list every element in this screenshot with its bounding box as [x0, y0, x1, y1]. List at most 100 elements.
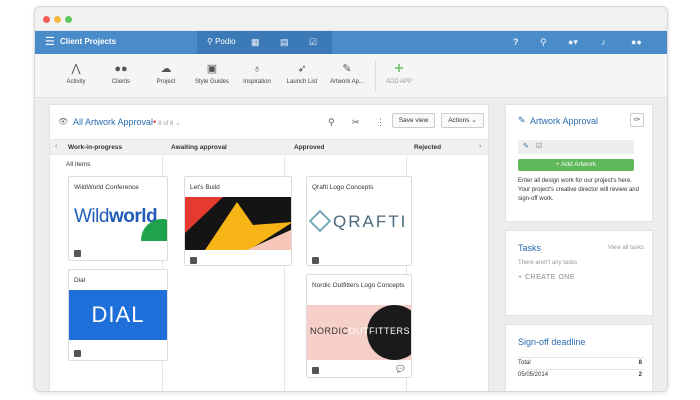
- signoff-row-value: 8: [638, 360, 642, 366]
- signoff-row-label: Total: [518, 360, 531, 366]
- brush-icon[interactable]: ✎: [523, 142, 529, 150]
- close-window-dot[interactable]: [43, 16, 50, 23]
- briefcase-icon: ▣: [206, 63, 218, 75]
- maximize-window-dot[interactable]: [65, 16, 72, 23]
- card-nordic-outfitters-logo-concepts[interactable]: Nordic Outfitters Logo Concepts NORDICOU…: [306, 274, 412, 378]
- nordic-logo-image: NORDICOUTFITTERS: [307, 305, 411, 360]
- app-clients[interactable]: ●● Clients: [99, 62, 143, 85]
- brush-icon: ✎: [342, 63, 352, 75]
- workspace-content: 👁 All Artwork Approval• 8 of 8 ⌄ ⚲ ✂ ⋮ Sav…: [35, 98, 667, 391]
- save-view-button[interactable]: Save view: [392, 113, 435, 128]
- add-app-label: ADD APP: [385, 79, 412, 85]
- app-bar: ⋀ Activity ●● Clients ☁ Project ▣ Style …: [35, 54, 667, 98]
- tasks-check-icon[interactable]: ☑: [309, 37, 317, 47]
- view-selector[interactable]: All Artwork Approval• 8 of 8 ⌄: [73, 117, 180, 127]
- tools-icon[interactable]: ✂: [352, 117, 360, 128]
- add-app-button[interactable]: + ADD APP: [377, 61, 421, 86]
- view-title: All Artwork Approval: [73, 117, 154, 127]
- app-title[interactable]: Artwork Approval: [530, 116, 598, 126]
- actions-button[interactable]: Actions ⌄: [441, 113, 484, 128]
- item-count: 8 of 8: [158, 121, 174, 127]
- column-header-work-in-progress: Work-in-progress: [68, 144, 123, 151]
- activity-icon: ⋀: [71, 63, 81, 75]
- card-title: WildWorld Conference: [74, 184, 139, 191]
- filter-icon[interactable]: ⚲: [328, 117, 335, 128]
- view-modified-mark: •: [153, 117, 157, 127]
- layout-icon[interactable]: ⋮: [376, 117, 385, 128]
- app-info-panel: ✎ Artwork Approval ✑ ✎ ☑ + Add Artwork E…: [505, 104, 653, 222]
- workspace-name[interactable]: Client Projects: [60, 37, 116, 46]
- window-chrome: [35, 7, 667, 31]
- app-activity[interactable]: ⋀ Activity: [54, 62, 98, 85]
- signoff-row-label: 05/05/2014: [518, 372, 549, 378]
- card-title: Qrafti Logo Concepts: [312, 184, 374, 191]
- app-project[interactable]: ☁ Project: [144, 62, 188, 85]
- search-icon[interactable]: ⚲: [540, 37, 547, 47]
- signoff-divider: [518, 357, 644, 358]
- app-tools-row: ✎ ☑: [518, 140, 634, 154]
- view-all-tasks-link[interactable]: View all tasks: [608, 245, 644, 251]
- chevron-down-icon: ⌄: [175, 121, 181, 127]
- column-header-awaiting-approval: Awaiting approval: [171, 144, 227, 151]
- app-label: Activity: [66, 79, 86, 85]
- actions-label: Actions: [448, 117, 470, 124]
- qrafti-diamond-icon: [308, 209, 332, 233]
- avatar[interactable]: [74, 350, 81, 357]
- app-label: Clients: [111, 79, 131, 85]
- signoff-deadline-panel: Sign-off deadline Total 8 05/05/2014 2: [505, 324, 653, 391]
- nordic-logo: NORDICOUTFITTERS: [310, 326, 410, 336]
- chevron-left-icon[interactable]: ‹: [55, 143, 57, 150]
- dial-logo-image: DIAL: [69, 290, 167, 340]
- qrafti-logo: QRAFTI: [333, 212, 408, 231]
- agenda-icon[interactable]: ▤: [280, 37, 289, 47]
- app-description: Enter all design work for our project's …: [518, 178, 639, 202]
- help-icon[interactable]: ?: [513, 37, 519, 47]
- app-launch-list[interactable]: ➶ Launch List: [280, 62, 324, 85]
- app-label: Launch List: [286, 79, 318, 85]
- card-qrafti-logo-concepts[interactable]: Qrafti Logo Concepts QRAFTI: [306, 176, 412, 266]
- chevron-right-icon[interactable]: ›: [479, 143, 481, 150]
- chat-icon[interactable]: ●●: [631, 37, 642, 47]
- card-wildworld-conference[interactable]: WildWorld Conference Wildworld: [68, 176, 168, 261]
- notifications-icon[interactable]: ♪: [601, 37, 606, 47]
- hamburger-menu-icon[interactable]: ☰: [45, 37, 55, 48]
- signoff-divider: [518, 369, 644, 370]
- kanban-board: 👁 All Artwork Approval• 8 of 8 ⌄ ⚲ ✂ ⋮ Sav…: [49, 104, 489, 391]
- avatar[interactable]: [74, 250, 81, 257]
- comment-icon[interactable]: 💬: [396, 365, 405, 373]
- create-task-link[interactable]: + CREATE ONE: [518, 274, 575, 281]
- wrench-icon[interactable]: ✑: [630, 113, 644, 127]
- minimize-window-dot[interactable]: [54, 16, 61, 23]
- card-lets-build[interactable]: Let's Build: [184, 176, 292, 266]
- checkbox-icon[interactable]: ☑: [536, 142, 542, 150]
- card-dial[interactable]: Dial DIAL: [68, 269, 168, 361]
- card-title: Nordic Outfitters Logo Concepts: [312, 282, 405, 289]
- lets-build-artwork: [185, 197, 291, 250]
- app-artwork-approval[interactable]: ✎ Artwork Ap...: [325, 62, 369, 85]
- app-bar-divider: [375, 60, 376, 92]
- wildworld-logo: Wildworld: [74, 206, 158, 227]
- avatar[interactable]: [190, 257, 197, 264]
- app-label: Inspiration: [243, 79, 271, 85]
- card-title: Dial: [74, 277, 86, 284]
- top-navigation-bar: ☰ Client Projects ⚲ Podio ▦ ▤ ☑ ? ⚲ ●▾ ♪…: [35, 31, 667, 54]
- qrafti-logo-image: QRAFTI: [307, 197, 411, 250]
- rocket-icon: ➶: [297, 63, 307, 75]
- avatar[interactable]: [312, 367, 319, 374]
- avatar[interactable]: [312, 257, 319, 264]
- brand-name: Podio: [215, 37, 236, 46]
- tasks-panel: Tasks View all tasks There aren't any ta…: [505, 230, 653, 316]
- app-inspiration[interactable]: ♁ Inspiration: [235, 62, 279, 85]
- calendar-icon[interactable]: ▦: [251, 37, 260, 47]
- app-label: Style Guides: [194, 79, 230, 85]
- podio-logo[interactable]: ⚲ Podio: [207, 37, 236, 46]
- eye-icon[interactable]: 👁: [58, 117, 68, 126]
- wildworld-logo-image: Wildworld: [69, 197, 167, 241]
- app-style-guides[interactable]: ▣ Style Guides: [190, 62, 234, 85]
- app-label: Artwork Ap...: [329, 79, 364, 85]
- user-menu-icon[interactable]: ●▾: [568, 37, 578, 47]
- tasks-empty-message: There aren't any tasks: [518, 260, 578, 266]
- add-artwork-button[interactable]: + Add Artwork: [518, 159, 634, 171]
- card-title: Let's Build: [190, 184, 220, 191]
- signoff-title: Sign-off deadline: [518, 337, 586, 347]
